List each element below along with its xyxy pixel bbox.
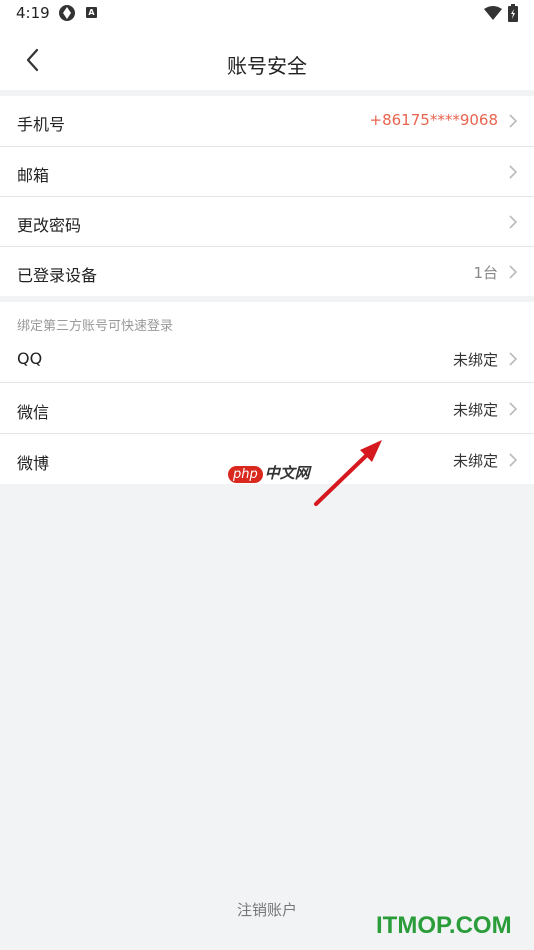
app-a-icon: A	[86, 7, 97, 18]
red-arrow-icon	[314, 440, 382, 506]
php-watermark-site: 中文网	[264, 464, 310, 482]
qq-status: 未绑定	[452, 351, 498, 369]
qq-row[interactable]: QQ 未绑定	[0, 334, 534, 384]
wechat-row[interactable]: 微信 未绑定	[0, 384, 534, 434]
chevron-right-icon	[509, 402, 518, 416]
weibo-label: 微博	[17, 454, 50, 473]
phone-label: 手机号	[17, 115, 66, 134]
qq-label: QQ	[17, 349, 43, 368]
sync-icon	[59, 5, 75, 21]
devices-row[interactable]: 已登录设备 1台	[0, 247, 534, 297]
chevron-right-icon	[509, 453, 518, 467]
status-time: 4:19	[16, 4, 50, 22]
change-password-row[interactable]: 更改密码	[0, 197, 534, 247]
email-row[interactable]: 邮箱	[0, 147, 534, 197]
php-watermark: php 中文网	[228, 462, 310, 483]
chevron-right-icon	[509, 165, 518, 179]
wechat-status: 未绑定	[452, 401, 498, 419]
page-title: 账号安全	[227, 54, 307, 78]
chevron-right-icon	[509, 352, 518, 366]
account-section: 手机号 +86175****9068 邮箱 更改密码 已登录设备 1台	[0, 96, 534, 296]
wechat-label: 微信	[17, 403, 50, 422]
devices-label: 已登录设备	[17, 266, 98, 285]
battery-icon	[508, 4, 518, 22]
chevron-right-icon	[509, 215, 518, 229]
devices-value: 1台	[473, 264, 498, 282]
app-header: 账号安全	[0, 28, 534, 90]
change-password-label: 更改密码	[17, 216, 82, 235]
status-bar: 4:19 A	[0, 0, 534, 28]
chevron-right-icon	[509, 114, 518, 128]
itmop-watermark: ITMOP.COM	[376, 912, 512, 939]
wifi-icon	[484, 6, 502, 20]
email-label: 邮箱	[17, 166, 50, 185]
php-watermark-badge: php	[228, 466, 263, 483]
weibo-status: 未绑定	[452, 452, 498, 470]
app-a-label: A	[88, 8, 95, 17]
chevron-right-icon	[509, 265, 518, 279]
phone-row[interactable]: 手机号 +86175****9068	[0, 96, 534, 146]
divider	[0, 433, 534, 434]
phone-value: +86175****9068	[369, 111, 498, 129]
third-party-hint: 绑定第三方账号可快速登录	[17, 319, 174, 334]
third-party-section: 绑定第三方账号可快速登录 QQ 未绑定 微信 未绑定 微博 未绑定	[0, 302, 534, 484]
divider	[0, 382, 534, 383]
